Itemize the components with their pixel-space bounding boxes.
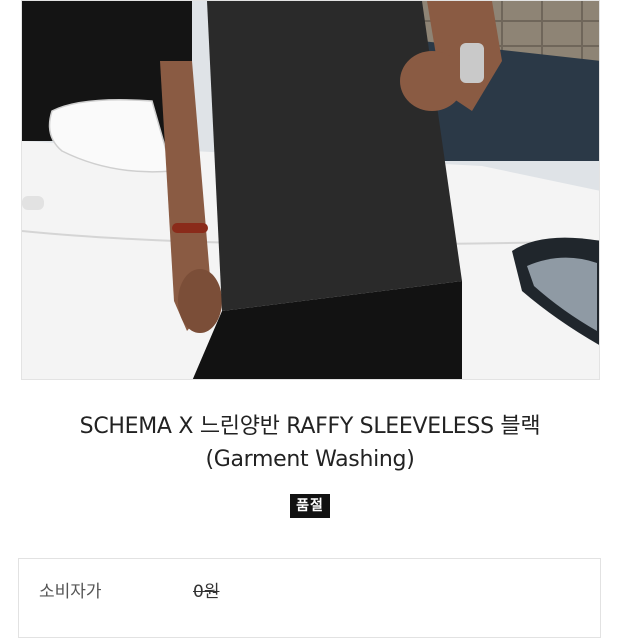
consumer-price-value: 0원	[193, 582, 220, 602]
product-image	[21, 0, 600, 380]
product-title: SCHEMA X 느린양반 RAFFY SLEEVELESS 블랙 (Garme…	[0, 410, 620, 476]
consumer-price-label: 소비자가	[39, 582, 102, 602]
product-title-line1: SCHEMA X 느린양반 RAFFY SLEEVELESS 블랙	[79, 414, 541, 439]
sold-out-badge: 품절	[290, 494, 330, 518]
product-title-line2: (Garment Washing)	[205, 447, 415, 472]
price-table: 소비자가 0원	[18, 558, 601, 638]
